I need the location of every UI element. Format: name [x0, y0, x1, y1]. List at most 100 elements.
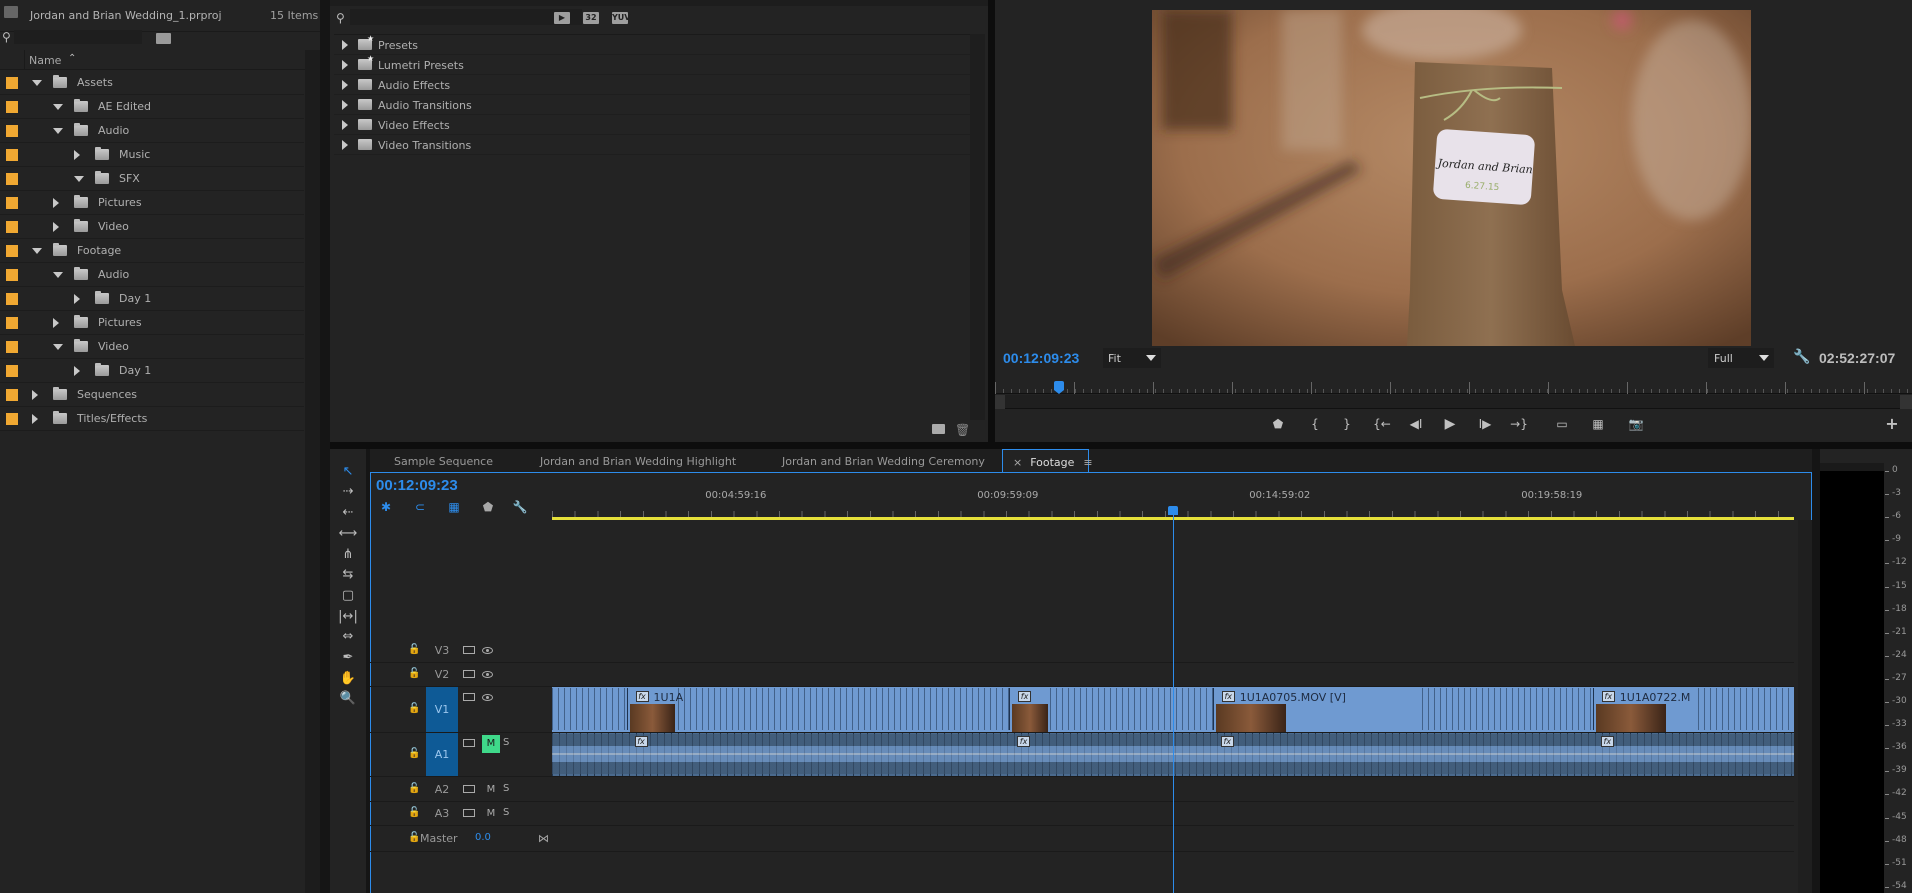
- project-item-sequences[interactable]: Sequences: [0, 383, 304, 407]
- lift-icon[interactable]: ▭: [1552, 415, 1572, 433]
- disclosure-closed-icon[interactable]: [342, 140, 348, 150]
- sequence-timecode[interactable]: 00:12:09:23: [376, 477, 458, 494]
- program-video-frame[interactable]: Jordan and Brian 6.27.15: [1152, 10, 1751, 346]
- hand-icon[interactable]: ✋: [338, 670, 358, 688]
- snap-nest-icon[interactable]: ✱: [378, 499, 394, 515]
- label-color-swatch[interactable]: [6, 317, 18, 329]
- disclosure-closed-icon[interactable]: [53, 222, 59, 232]
- mute-track-button[interactable]: M: [482, 735, 500, 753]
- track-target-a3[interactable]: A3: [426, 807, 458, 820]
- add-marker-icon[interactable]: ⬟: [1268, 415, 1288, 433]
- disclosure-closed-icon[interactable]: [53, 198, 59, 208]
- track-target-v1[interactable]: V1: [426, 687, 458, 732]
- project-item-footage[interactable]: Footage: [0, 239, 304, 263]
- project-item-audio[interactable]: Audio: [0, 263, 304, 287]
- mute-track-button[interactable]: M: [482, 807, 500, 821]
- tab-wedding-ceremony[interactable]: Jordan and Brian Wedding Ceremony: [782, 449, 985, 473]
- effects-folder-video-transitions[interactable]: Video Transitions: [334, 135, 972, 155]
- effects-folder-presets[interactable]: ★ Presets: [334, 34, 972, 55]
- disclosure-closed-icon[interactable]: [342, 120, 348, 130]
- playback-resolution-select[interactable]: Full: [1708, 348, 1774, 368]
- play-icon[interactable]: ▶: [1440, 415, 1460, 433]
- video-clip[interactable]: fx 1U1A: [626, 688, 683, 732]
- step-back-icon[interactable]: ◀I: [1406, 415, 1426, 433]
- folder-up-icon[interactable]: [4, 6, 18, 18]
- disclosure-open-icon[interactable]: [53, 344, 63, 350]
- zoom-handle-left[interactable]: [995, 395, 1005, 409]
- disclosure-open-icon[interactable]: [74, 176, 84, 182]
- lock-icon[interactable]: 🔓: [408, 783, 420, 794]
- rolling-edit-icon[interactable]: ⋔: [338, 546, 358, 564]
- label-color-swatch[interactable]: [6, 293, 18, 305]
- sort-ascending-icon[interactable]: ⌃: [68, 53, 76, 64]
- disclosure-closed-icon[interactable]: [74, 294, 80, 304]
- video-clip[interactable]: fx 1U1A0722.M: [1592, 688, 1695, 732]
- ripple-edit-icon[interactable]: ⟷: [338, 525, 358, 543]
- label-color-swatch[interactable]: [6, 149, 18, 161]
- effects-folder-audio-effects[interactable]: Audio Effects: [334, 75, 972, 95]
- sync-lock-icon[interactable]: [463, 809, 475, 817]
- video-clip[interactable]: fx 1U1A0705.MOV [V]: [1212, 688, 1422, 732]
- project-item-pictures[interactable]: Pictures: [0, 191, 304, 215]
- master-meter-toggle-icon[interactable]: ⋈: [538, 832, 549, 845]
- project-item-day-1[interactable]: Day 1: [0, 359, 304, 383]
- panel-divider[interactable]: [988, 0, 995, 442]
- sync-lock-icon[interactable]: [463, 739, 475, 747]
- panel-divider[interactable]: [1812, 449, 1820, 893]
- label-color-swatch[interactable]: [6, 269, 18, 281]
- extract-icon[interactable]: ▦: [1588, 415, 1608, 433]
- column-name-label[interactable]: Name: [29, 54, 61, 67]
- label-color-swatch[interactable]: [6, 101, 18, 113]
- sync-lock-icon[interactable]: [463, 693, 475, 701]
- lock-icon[interactable]: 🔓: [408, 668, 420, 679]
- disclosure-closed-icon[interactable]: [342, 60, 348, 70]
- project-item-audio[interactable]: Audio: [0, 119, 304, 143]
- add-button-icon[interactable]: +: [1882, 415, 1902, 433]
- program-zoom-scrollbar[interactable]: [995, 395, 1912, 409]
- timeline-vertical-scrollbar[interactable]: [1798, 520, 1812, 893]
- toggle-output-eye-icon[interactable]: [482, 671, 493, 678]
- effects-scrollbar[interactable]: [970, 34, 985, 420]
- project-item-video[interactable]: Video: [0, 335, 304, 359]
- project-item-sfx[interactable]: SFX: [0, 167, 304, 191]
- go-to-out-icon[interactable]: →}: [1509, 415, 1529, 433]
- toggle-output-eye-icon[interactable]: [482, 694, 493, 701]
- track-select-backward-icon[interactable]: ⇠: [338, 504, 358, 522]
- tab-sample-sequence[interactable]: Sample Sequence: [394, 449, 493, 473]
- project-item-day-1[interactable]: Day 1: [0, 287, 304, 311]
- linked-selection-icon[interactable]: ▦: [446, 499, 462, 515]
- disclosure-closed-icon[interactable]: [32, 414, 38, 424]
- effects-folder-lumetri-presets[interactable]: ★ Lumetri Presets: [334, 54, 972, 75]
- effects-folder-video-effects[interactable]: Video Effects: [334, 115, 972, 135]
- disclosure-open-icon[interactable]: [53, 272, 63, 278]
- accelerated-effects-icon[interactable]: ▶: [554, 12, 570, 24]
- disclosure-closed-icon[interactable]: [74, 150, 80, 160]
- disclosure-closed-icon[interactable]: [53, 318, 59, 328]
- mark-in-icon[interactable]: {: [1305, 415, 1325, 433]
- find-icon[interactable]: [156, 33, 171, 44]
- disclosure-closed-icon[interactable]: [74, 366, 80, 376]
- label-color-swatch[interactable]: [6, 221, 18, 233]
- label-color-swatch[interactable]: [6, 341, 18, 353]
- timeline-playhead[interactable]: [1168, 506, 1178, 515]
- panel-menu-icon[interactable]: ≡: [1083, 456, 1092, 469]
- snap-magnet-icon[interactable]: ⊂: [412, 499, 428, 515]
- disclosure-closed-icon[interactable]: [342, 100, 348, 110]
- mute-track-button[interactable]: M: [482, 783, 500, 797]
- sync-lock-icon[interactable]: [463, 670, 475, 678]
- project-item-titles-effects[interactable]: Titles/Effects: [0, 407, 304, 431]
- tab-footage[interactable]: × Footage ≡: [1002, 449, 1093, 473]
- track-target-v2[interactable]: V2: [426, 668, 458, 681]
- toggle-output-eye-icon[interactable]: [482, 647, 493, 654]
- settings-wrench-icon[interactable]: 🔧: [1793, 349, 1810, 365]
- effects-search-input[interactable]: [350, 9, 582, 25]
- disclosure-closed-icon[interactable]: [342, 80, 348, 90]
- project-search-input[interactable]: [14, 30, 142, 44]
- label-color-swatch[interactable]: [6, 245, 18, 257]
- video-clip[interactable]: fx: [1009, 688, 1049, 732]
- master-volume-value[interactable]: 0.0: [475, 832, 491, 843]
- lock-icon[interactable]: 🔓: [408, 748, 420, 759]
- label-color-swatch[interactable]: [6, 413, 18, 425]
- project-item-ae-edited[interactable]: AE Edited: [0, 95, 304, 119]
- disclosure-open-icon[interactable]: [32, 80, 42, 86]
